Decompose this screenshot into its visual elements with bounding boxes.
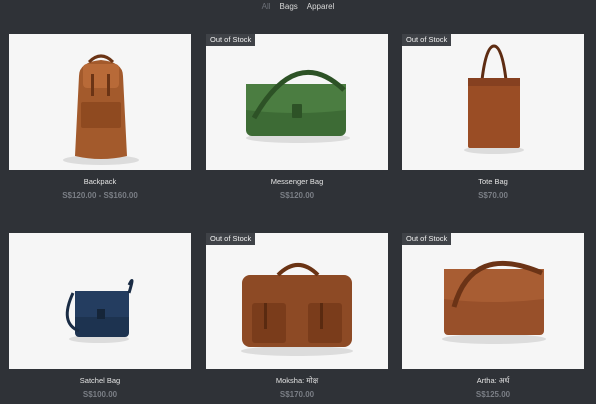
out-of-stock-badge: Out of Stock (206, 34, 256, 46)
category-filter: All Bags Apparel (0, 1, 596, 13)
out-of-stock-badge: Out of Stock (402, 233, 452, 245)
filter-all-tab[interactable]: All (262, 1, 271, 13)
out-of-stock-badge: Out of Stock (206, 233, 256, 245)
filter-apparel-tab[interactable]: Apparel (307, 1, 335, 13)
product-image-messenger-bag[interactable]: Out of Stock (206, 34, 388, 170)
product-card-moksha[interactable]: Out of Stock Moksha: मोक्ष S$170.00 (206, 233, 388, 400)
product-price: S$100.00 (82, 390, 118, 399)
product-price: S$120.00 (279, 191, 315, 200)
messenger-bag-image (246, 70, 350, 143)
product-price: S$70.00 (478, 191, 508, 200)
product-image-moksha[interactable]: Out of Stock (206, 233, 388, 369)
product-price: S$120.00 - S$160.00 (62, 191, 138, 200)
out-of-stock-badge: Out of Stock (402, 34, 452, 46)
product-image-artha[interactable]: Out of Stock (402, 233, 584, 369)
product-image-satchel-bag[interactable] (9, 233, 191, 369)
product-price: S$170.00 (279, 390, 315, 399)
product-card-tote-bag[interactable]: Out of Stock Tote Bag S$70.00 (402, 34, 584, 201)
product-price: S$125.00 (475, 390, 511, 399)
backpack-image (63, 54, 139, 165)
product-name[interactable]: Messenger Bag (206, 177, 388, 187)
product-name[interactable]: Moksha: मोक्ष (206, 376, 388, 386)
product-image-tote-bag[interactable]: Out of Stock (402, 34, 584, 170)
artha-bag-image (442, 260, 546, 344)
filter-bags-tab[interactable]: Bags (280, 1, 298, 13)
product-name[interactable]: Tote Bag (402, 177, 584, 187)
product-card-backpack[interactable]: Backpack S$120.00 - S$160.00 (9, 34, 191, 201)
product-name[interactable]: Artha: अर्थ (402, 376, 584, 386)
product-card-messenger-bag[interactable]: Out of Stock Messenger Bag S$120.00 (206, 34, 388, 201)
tote-bag-image (464, 44, 524, 154)
product-card-satchel-bag[interactable]: Satchel Bag S$100.00 (9, 233, 191, 400)
product-name[interactable]: Backpack (9, 177, 191, 187)
product-name[interactable]: Satchel Bag (9, 376, 191, 386)
moksha-bag-image (241, 263, 353, 356)
satchel-bag-image (65, 279, 134, 343)
product-image-backpack[interactable] (9, 34, 191, 170)
product-card-artha[interactable]: Out of Stock Artha: अर्थ S$125.00 (402, 233, 584, 400)
